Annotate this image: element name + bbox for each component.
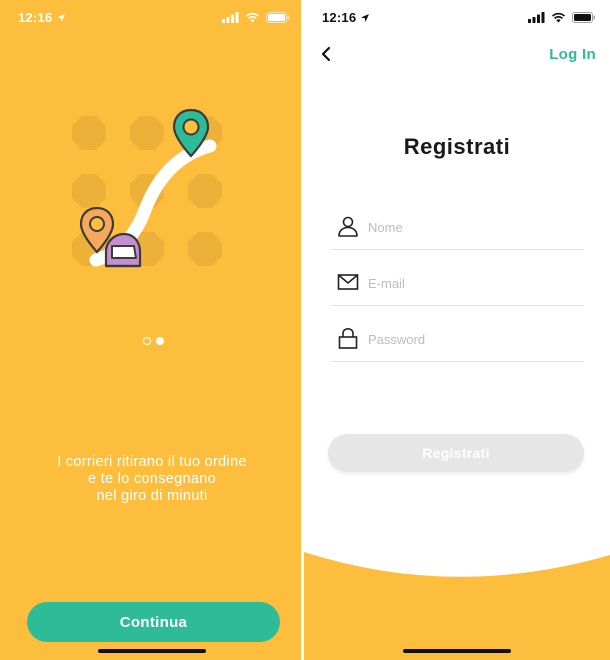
courier-route-illustration [72,108,222,268]
email-field[interactable] [330,264,584,306]
wifi-icon [551,12,566,23]
register-button[interactable]: Registrati [328,434,584,472]
password-input[interactable] [368,328,578,350]
page-dot[interactable] [143,337,151,345]
page-indicator [143,337,164,345]
status-bar: 12:16 [304,0,610,38]
location-arrow-icon [361,14,369,22]
user-icon [338,216,358,237]
envelope-icon [337,274,359,290]
page-title: Registrati [403,134,511,159]
battery-icon [266,12,290,23]
battery-icon [572,12,596,23]
signal-icon [222,12,239,23]
status-icons [528,12,596,23]
onboarding-tagline: I corrieri ritirano il tuo ordine e te l… [20,454,284,505]
wifi-icon [245,12,260,23]
chevron-left-icon [321,46,331,62]
onboarding-screen: 12:16 I corrieri ritirano il tuo ordine … [0,0,304,660]
tagline-line: nel giro di minuti [96,488,208,504]
tagline-line: e te lo consegnano [88,471,216,487]
continue-button[interactable]: Continua [27,602,280,642]
home-indicator [403,649,511,653]
home-indicator [98,649,206,653]
name-input[interactable] [368,216,578,238]
status-time: 12:16 [18,10,53,25]
location-arrow-icon [57,14,65,22]
status-bar: 12:16 [0,0,304,38]
password-field[interactable] [330,320,584,362]
name-field[interactable] [330,208,584,250]
page-dot-active[interactable] [156,337,164,345]
registration-screen: 12:16 Log In Registrati Nome E-mail Regi… [304,0,610,660]
email-input[interactable] [368,272,578,294]
lock-icon [338,327,358,349]
back-button[interactable] [314,42,338,66]
tagline-line: I corrieri ritirano il tuo ordine [57,454,247,470]
courier-helmet-icon [104,232,142,268]
status-icons [222,12,290,23]
status-time: 12:16 [322,10,357,25]
login-link[interactable]: Log In [549,46,596,63]
signal-icon [528,12,545,23]
